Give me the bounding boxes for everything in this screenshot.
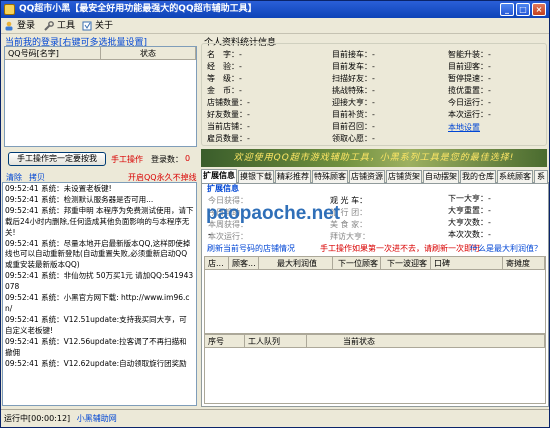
main-window: QQ超市小黑【最安全好用功能最强大的QQ超市辅助工具】 _ □ × 登录 工具 … [0, 0, 550, 428]
info-stat-row: 迎接大亨：- [332, 98, 375, 107]
info-stat-row: 目前补货：- [332, 110, 375, 119]
info-shops-row: 店铺数量：- [207, 98, 250, 107]
welcome-banner: 欢迎使用QQ超市游戏辅助工具，小黑系列工具是您的最佳选择! [201, 149, 547, 167]
info-stat-row: 领取心愿：- [332, 134, 375, 143]
ext-right-row: 大亨重置：- [448, 206, 491, 215]
staff-col-header[interactable]: 当前状态 [307, 335, 545, 348]
info-stat-row: 揽优重置：- [448, 86, 491, 95]
watermark: paopaoche.net [206, 203, 341, 224]
tab-special-customer[interactable]: 特殊顾客 [312, 170, 348, 183]
info-current-shop-row: 当前店铺：- [207, 122, 250, 131]
watermark-dash: - [208, 230, 211, 239]
info-stat-row: 本次运行：- [448, 110, 491, 119]
tab-recommend[interactable]: 精彩推荐 [275, 170, 311, 183]
log-line: 09:52:41 系统：邦重申明 本程序为免费测试使用，请下载后24小时内删除,… [5, 205, 194, 237]
tab-more[interactable]: 系 [534, 170, 548, 183]
menu-tools[interactable]: 工具 [43, 19, 75, 33]
manual-done-button[interactable]: 手工操作完一定要按我 [8, 152, 106, 166]
login-count-label: 登录数： [151, 155, 183, 164]
info-stat-row: 目前发车：- [332, 62, 375, 71]
staff-col-header[interactable]: 工人队列 [245, 335, 307, 348]
log-line: 09:52:41 系统：非仙勿扰 50万买1元 请加QQ:541943078 [5, 271, 194, 292]
shop-col-header[interactable]: 顾客... [229, 257, 259, 270]
info-level-row: 等 级：- [207, 74, 242, 83]
ext-right-row: 下一大亨：- [448, 194, 491, 203]
shop-col-header[interactable]: 口碑 [431, 257, 503, 270]
tab-ext-info[interactable]: 扩展信息 [201, 169, 237, 184]
log-line: 09:52:41 系统：小黑官方网下载: http://www.im96.cn/ [5, 293, 190, 313]
login-icon [5, 21, 13, 31]
manual-tip: 手工操作如果第一次进不去，请刷新一次即可 [320, 244, 480, 253]
login-list[interactable]: QQ号码[名字] 状态 [4, 46, 197, 147]
info-stat-row: 扫描好友：- [332, 74, 375, 83]
staff-col-header[interactable]: 序号 [205, 335, 245, 348]
tab-download[interactable]: 摸银下载 [238, 170, 274, 183]
ext-header: 扩展信息 [207, 184, 239, 193]
info-stat-row: 智能升装：- [448, 50, 491, 59]
tab-shelf[interactable]: 店铺货架 [386, 170, 422, 183]
log-line: 09:52:41 系统：V12.51update:支持我买同大亨，可自定义老板键… [5, 314, 187, 335]
shop-col-header[interactable]: 下一波迎客 [381, 257, 431, 270]
info-stat-row: 暂停提速：- [448, 74, 491, 83]
menu-about[interactable]: 关于 [81, 19, 113, 33]
staff-table[interactable]: 序号 工人队列 当前状态 [204, 334, 546, 404]
profit-help-link[interactable]: 什么是最大利润值？ [470, 243, 542, 254]
about-icon [82, 21, 92, 31]
close-button[interactable]: × [532, 3, 546, 16]
log-line: 09:52:41 系统：检测默认服务器是否可用... [5, 194, 154, 204]
menu-bar: 登录 工具 关于 [1, 18, 549, 34]
info-stat-row: 挑战特殊：- [332, 86, 375, 95]
info-stat-row: 目前召回：- [332, 122, 375, 131]
manual-label: 手工操作 [111, 155, 143, 164]
info-stat-row: 今日运行：- [448, 98, 491, 107]
window-title: QQ超市小黑【最安全好用功能最强大的QQ超市辅助工具】 [19, 4, 257, 14]
log-line: 09:52:41 系统：尽量本地开启最新版本QQ,这样即使掉线也可以自动重新登陆… [5, 238, 191, 270]
minimize-button[interactable]: _ [500, 3, 514, 16]
tab-bar: 扩展信息 摸银下载 精彩推荐 特殊顾客 店铺资源 店铺货架 自动摆架 我的仓库 … [201, 169, 549, 184]
tools-icon [44, 21, 54, 31]
info-exp-row: 经 验：- [207, 62, 242, 71]
col-qq-header[interactable]: QQ号码[名字] [5, 47, 101, 60]
info-name-row: 名 字：- [207, 50, 242, 59]
shop-table[interactable]: 店... 顾客... 最大利润值 下一位顾客 下一波迎客 口碑 寄摊度 [204, 256, 546, 334]
running-time: 运行中[00:00:12] [4, 414, 71, 423]
tab-content: 扩展信息 今日获得： 今日帮助： 本周获得： 本次运行： 观 光 车： 旅 行 … [201, 183, 549, 407]
info-gold-row: 金 币：- [207, 86, 242, 95]
tab-auto-shelf[interactable]: 自动摆架 [423, 170, 459, 183]
info-friends-row: 好友数量：- [207, 110, 250, 119]
log-line: 09:52:41 系统：未设置老板键! [5, 184, 112, 193]
ext-row: 本次运行： [208, 232, 248, 241]
log-panel[interactable]: 09:52:41 系统：未设置老板键! 09:52:41 系统：检测默认服务器是… [2, 182, 197, 406]
info-stat-row: 目前迎客：- [448, 62, 491, 71]
shop-col-header[interactable]: 店... [205, 257, 229, 270]
tab-system-customer[interactable]: 系统顾客 [497, 170, 533, 183]
info-stat-row: 目前接车：- [332, 50, 375, 59]
tab-shop-resource[interactable]: 店铺资源 [349, 170, 385, 183]
refresh-shop-link[interactable]: 刷新当前号码的店铺情况 [207, 243, 295, 254]
title-bar[interactable]: QQ超市小黑【最安全好用功能最强大的QQ超市辅助工具】 _ □ × [1, 1, 549, 18]
col-status-header[interactable]: 状态 [101, 47, 196, 60]
log-line: 09:52:41 系统：V12.56update:拉客调了不再扫描和撤佣 [5, 336, 187, 357]
info-staff-row: 雇员数量：- [207, 134, 250, 143]
login-count: 0 [185, 154, 191, 163]
local-settings-link[interactable]: 本地设置 [448, 122, 480, 133]
ext-right-row: 大亨次数：- [448, 218, 491, 227]
ext-row: 拜访大亨： [330, 232, 370, 241]
menu-login[interactable]: 登录 [3, 19, 35, 33]
shop-col-header[interactable]: 寄摊度 [503, 257, 545, 270]
app-icon [4, 4, 15, 15]
maximize-button[interactable]: □ [516, 3, 530, 16]
log-line: 09:52:41 系统：V12.62update:自动领取旋行团奖励 [5, 358, 187, 368]
shop-col-header[interactable]: 最大利润值 [259, 257, 333, 270]
ext-right-row: 本次次数：- [448, 230, 491, 239]
shop-col-header[interactable]: 下一位顾客 [333, 257, 381, 270]
tab-warehouse[interactable]: 我的仓库 [460, 170, 496, 183]
status-bar: 运行中[00:00:12] 小黑辅助网 [1, 409, 549, 427]
brand-link[interactable]: 小黑辅助网 [77, 414, 117, 423]
